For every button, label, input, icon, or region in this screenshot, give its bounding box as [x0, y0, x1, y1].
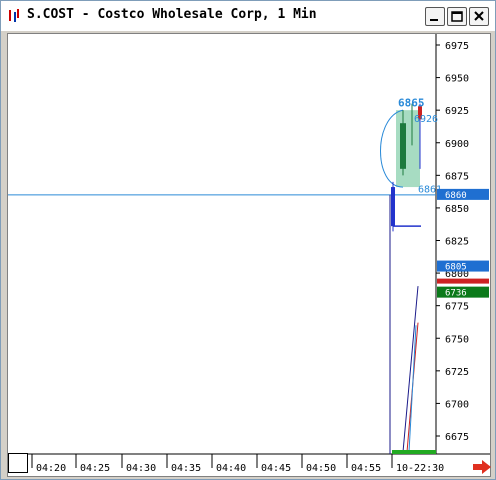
- y-tick-label: 6850: [445, 204, 469, 215]
- close-button[interactable]: [469, 7, 489, 26]
- x-tick-label: 04:35: [171, 463, 201, 474]
- close-icon: [474, 11, 484, 21]
- y-tick-label: 6775: [445, 302, 469, 313]
- maximize-icon: [451, 11, 463, 22]
- chart-window: S.COST - Costco Wholesale Corp, 1 Min 69…: [0, 0, 496, 480]
- corner-box[interactable]: [8, 453, 28, 473]
- y-tick-label: 6675: [445, 432, 469, 443]
- x-tick-label: 04:30: [126, 463, 156, 474]
- y-tick-label: 6875: [445, 171, 469, 182]
- candle-body: [400, 123, 406, 169]
- y-tick-label: 6975: [445, 41, 469, 52]
- window-title: S.COST - Costco Wholesale Corp, 1 Min: [27, 7, 317, 22]
- y-tick-label: 6750: [445, 334, 469, 345]
- x-tick-label: 04:45: [261, 463, 291, 474]
- price-tag-red: [437, 278, 489, 284]
- x-tick-label: 04:25: [80, 463, 110, 474]
- minimize-button[interactable]: [425, 7, 445, 26]
- candle-body: [391, 187, 395, 227]
- chart-panel[interactable]: 6975 6950 6925 6900 6875 6850 6825 6800 6775 6750…: [7, 33, 491, 477]
- y-tick-label: 6925: [445, 106, 469, 117]
- price-chart[interactable]: 6975695069256900687568506825680067756750…: [8, 34, 490, 476]
- x-tick-label: 04:20: [36, 463, 66, 474]
- y-tick-label: 6900: [445, 139, 469, 150]
- maximize-button[interactable]: [447, 7, 467, 26]
- chart-app-icon: [7, 9, 21, 23]
- y-tick-label: 6700: [445, 399, 469, 410]
- minimize-icon: [430, 19, 438, 21]
- volume-bar: [392, 450, 436, 454]
- x-tick-label: 04:40: [216, 463, 246, 474]
- y-tick-label: 6825: [445, 237, 469, 248]
- x-tick-label: 04:55: [351, 463, 381, 474]
- annotation-top: 6865: [398, 96, 425, 109]
- annotation-upper: 6926: [414, 114, 438, 125]
- x-tick-label: 04:50: [306, 463, 336, 474]
- y-tick-label: 6725: [445, 367, 469, 378]
- x-tick-label: 10-22:30: [396, 463, 444, 474]
- y-tick-label: 6950: [445, 74, 469, 85]
- right-arrow-icon[interactable]: [473, 460, 491, 474]
- price-tag-upper-label: 6805: [445, 263, 467, 273]
- price-tag-current-label: 6860: [445, 191, 467, 201]
- title-bar[interactable]: S.COST - Costco Wholesale Corp, 1 Min: [1, 1, 495, 31]
- price-tag-lower-label: 6736: [445, 289, 467, 299]
